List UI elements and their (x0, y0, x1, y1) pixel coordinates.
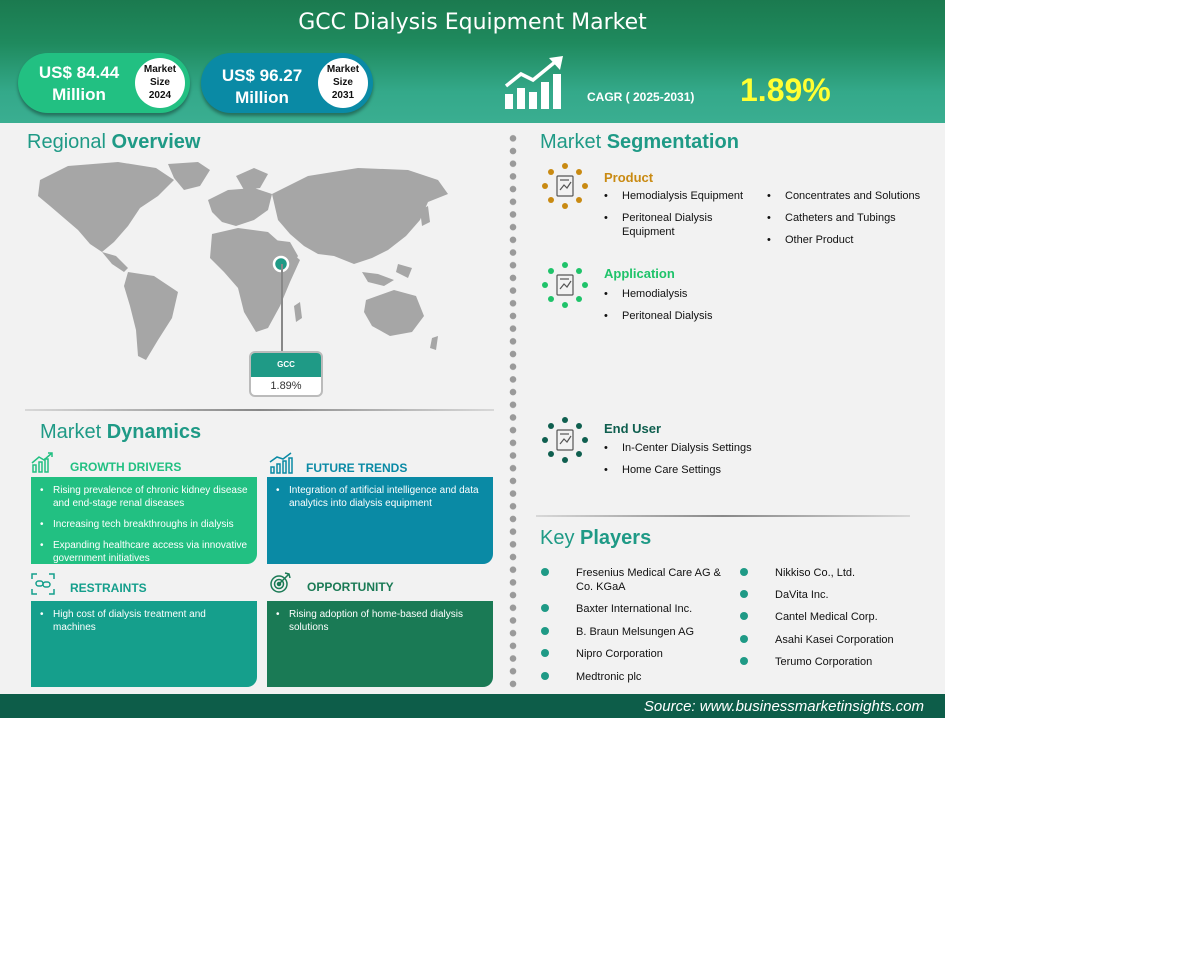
cagr-label: CAGR ( 2025-2031) (587, 90, 695, 104)
player-item: Baxter International Inc. (576, 603, 693, 615)
restraints-icon (31, 573, 55, 595)
restraints-label: RESTRAINTS (70, 581, 147, 595)
product-item: Other Product (767, 233, 935, 247)
end-user-item: Home Care Settings (604, 463, 792, 477)
growth-drivers-icon (31, 452, 53, 473)
vertical-dotted-separator (509, 132, 517, 692)
growth-drivers-label: GROWTH DRIVERS (70, 460, 182, 474)
application-label: Application (604, 266, 675, 281)
gcc-region-label: GCC (251, 353, 321, 377)
market-size-2031-value: US$ 96.27 Million (221, 66, 303, 107)
regional-overview-heading: Regional Overview (27, 131, 201, 153)
market-size-2031-badge: Market Size 2031 (318, 58, 368, 108)
player-bullet (740, 590, 748, 598)
gcc-pointer-line (281, 264, 283, 352)
product-item: Concentrates and Solutions (767, 189, 935, 203)
product-item: Peritoneal Dialysis Equipment (604, 211, 742, 239)
player-item: Medtronic plc (576, 671, 642, 683)
player-item: B. Braun Melsungen AG (576, 626, 695, 638)
growth-driver-item: Expanding healthcare access via innovati… (40, 539, 249, 565)
market-size-2024-pill: US$ 84.44 Million Market Size 2024 (18, 53, 190, 113)
future-trends-box: Integration of artificial intelligence a… (267, 477, 493, 564)
restraint-item: High cost of dialysis treatment and mach… (40, 608, 249, 634)
player-bullet (541, 627, 549, 635)
player-item: Asahi Kasei Corporation (775, 634, 894, 646)
player-bullet (740, 635, 748, 643)
player-bullet (740, 612, 748, 620)
opportunity-label: OPPORTUNITY (307, 580, 394, 594)
growth-driver-item: Rising prevalence of chronic kidney dise… (40, 484, 249, 510)
future-trend-item: Integration of artificial intelligence a… (276, 484, 485, 510)
end-user-item: In-Center Dialysis Settings (604, 441, 792, 455)
opportunity-item: Rising adoption of home-based dialysis s… (276, 608, 485, 634)
application-item: Hemodialysis (604, 287, 772, 301)
player-item: Terumo Corporation (775, 656, 873, 668)
product-item: Hemodialysis Equipment (604, 189, 762, 203)
key-players-heading: Key Players (540, 527, 652, 549)
opportunity-box: Rising adoption of home-based dialysis s… (267, 601, 493, 687)
growth-chart-icon (504, 56, 563, 109)
market-size-2031-pill: US$ 96.27 Million Market Size 2031 (201, 53, 373, 113)
player-item: DaVita Inc. (775, 589, 829, 601)
page-title: GCC Dialysis Equipment Market (298, 10, 647, 35)
header-banner: GCC Dialysis Equipment Market US$ 84.44 … (0, 0, 945, 123)
world-map (38, 162, 448, 360)
player-bullet (541, 568, 549, 576)
restraints-box: High cost of dialysis treatment and mach… (31, 601, 257, 687)
market-segmentation-heading: Market Segmentation (540, 131, 739, 153)
future-trends-label: FUTURE TRENDS (306, 461, 408, 475)
player-item: Nikkiso Co., Ltd. (775, 567, 856, 579)
source-text: Source: www.businessmarketinsights.com (643, 698, 924, 715)
market-dynamics-heading: Market Dynamics (40, 421, 202, 443)
growth-driver-item: Increasing tech breakthroughs in dialysi… (40, 518, 249, 531)
product-item: Catheters and Tubings (767, 211, 935, 225)
divider-segmentation (536, 515, 910, 517)
market-size-2024-value: US$ 84.44 Million (38, 63, 120, 104)
end-user-label: End User (604, 421, 662, 436)
product-icon (542, 163, 588, 209)
player-item: Cantel Medical Corp. (775, 611, 878, 623)
footer-bar: Source: www.businessmarketinsights.com (0, 694, 945, 718)
player-bullet (541, 672, 549, 680)
application-item: Peritoneal Dialysis (604, 309, 772, 323)
player-bullet (541, 604, 549, 612)
opportunity-icon (270, 572, 291, 593)
market-size-2024-badge: Market Size 2024 (135, 58, 185, 108)
growth-drivers-box: Rising prevalence of chronic kidney dise… (31, 477, 257, 564)
divider-regional (25, 409, 494, 411)
player-bullet (740, 568, 748, 576)
application-icon (542, 262, 588, 308)
player-item: Fresenius Medical Care AG & Co. KGaA (576, 567, 721, 593)
infographic: GCC Dialysis Equipment Market US$ 84.44 … (0, 0, 945, 718)
cagr-value: 1.89% (740, 72, 831, 108)
player-item: Nipro Corporation (576, 648, 663, 660)
gcc-region-box: GCC 1.89% (249, 351, 323, 397)
gcc-region-value: 1.89% (270, 380, 302, 392)
product-label: Product (604, 170, 654, 185)
end-user-icon (542, 417, 588, 463)
future-trends-icon (269, 452, 293, 474)
player-bullet (740, 657, 748, 665)
player-bullet (541, 649, 549, 657)
